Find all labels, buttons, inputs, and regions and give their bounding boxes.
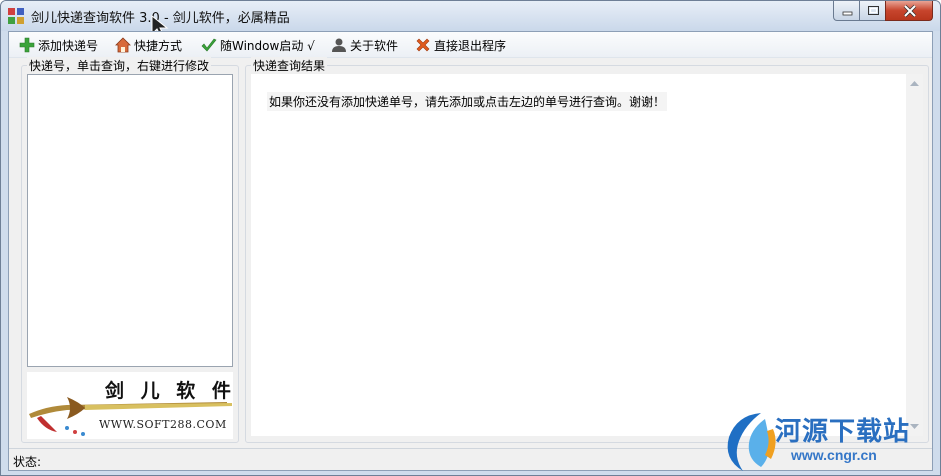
title-bar[interactable]: 剑儿快递查询软件 3.0 - 剑儿软件，必属精品 <box>1 1 940 31</box>
about-label: 关于软件 <box>350 38 399 53</box>
watermark-logo-icon <box>727 413 776 471</box>
home-icon <box>115 37 131 53</box>
logo-website-text: WWW.SOFT288.COM <box>99 418 227 431</box>
app-window: 剑儿快递查询软件 3.0 - 剑儿软件，必属精品 添加快递号 快捷方式 随Win… <box>0 0 941 476</box>
minimize-button[interactable] <box>833 1 860 21</box>
shortcut-label: 快捷方式 <box>134 38 183 53</box>
watermark-text: 河源下载站 <box>775 417 911 447</box>
scroll-up-icon[interactable] <box>910 80 919 86</box>
watermark: 河源下载站 www.cngr.cn <box>721 409 940 475</box>
logo-chinese-text: 剑 儿 软 件 <box>105 380 233 402</box>
close-icon <box>903 4 917 18</box>
check-icon <box>201 38 217 52</box>
app-icon <box>8 8 24 24</box>
tracking-number-list[interactable] <box>27 74 233 367</box>
client-area: 添加快递号 快捷方式 随Window启动 √ 关于软件 直接退出程序 快递号，单… <box>8 31 933 471</box>
maximize-icon <box>868 6 879 15</box>
result-message: 如果你还没有添加快递单号，请先添加或点击左边的单号进行查询。谢谢！ <box>267 92 668 111</box>
add-tracking-number-label: 添加快递号 <box>38 38 99 53</box>
about-button[interactable]: 关于软件 <box>331 35 398 55</box>
tracking-list-label: 快递号，单击查询，右键进行修改 <box>27 57 212 74</box>
x-icon <box>416 38 430 52</box>
watermark-url: www.cngr.cn <box>791 447 877 463</box>
logo-banner: 剑 儿 软 件 WWW.SOFT288.COM <box>27 372 233 439</box>
result-label: 快递查询结果 <box>251 57 328 74</box>
exit-label: 直接退出程序 <box>434 38 507 53</box>
close-button[interactable] <box>885 1 933 21</box>
plus-icon <box>19 37 35 53</box>
shortcut-button[interactable]: 快捷方式 <box>115 35 182 55</box>
startup-toggle-label: 随Window启动 √ <box>220 38 315 53</box>
result-scrollbar[interactable] <box>906 74 923 436</box>
add-tracking-number-button[interactable]: 添加快递号 <box>19 35 98 55</box>
exit-button[interactable]: 直接退出程序 <box>415 35 506 55</box>
startup-toggle-button[interactable]: 随Window启动 √ <box>201 35 315 55</box>
maximize-button[interactable] <box>859 1 886 21</box>
toolbar: 添加快递号 快捷方式 随Window启动 √ 关于软件 直接退出程序 <box>9 32 932 58</box>
minimize-icon <box>842 11 853 16</box>
status-label: 状态: <box>13 455 42 469</box>
result-display[interactable]: 如果你还没有添加快递单号，请先添加或点击左边的单号进行查询。谢谢！ <box>251 74 906 436</box>
user-icon <box>332 38 346 52</box>
